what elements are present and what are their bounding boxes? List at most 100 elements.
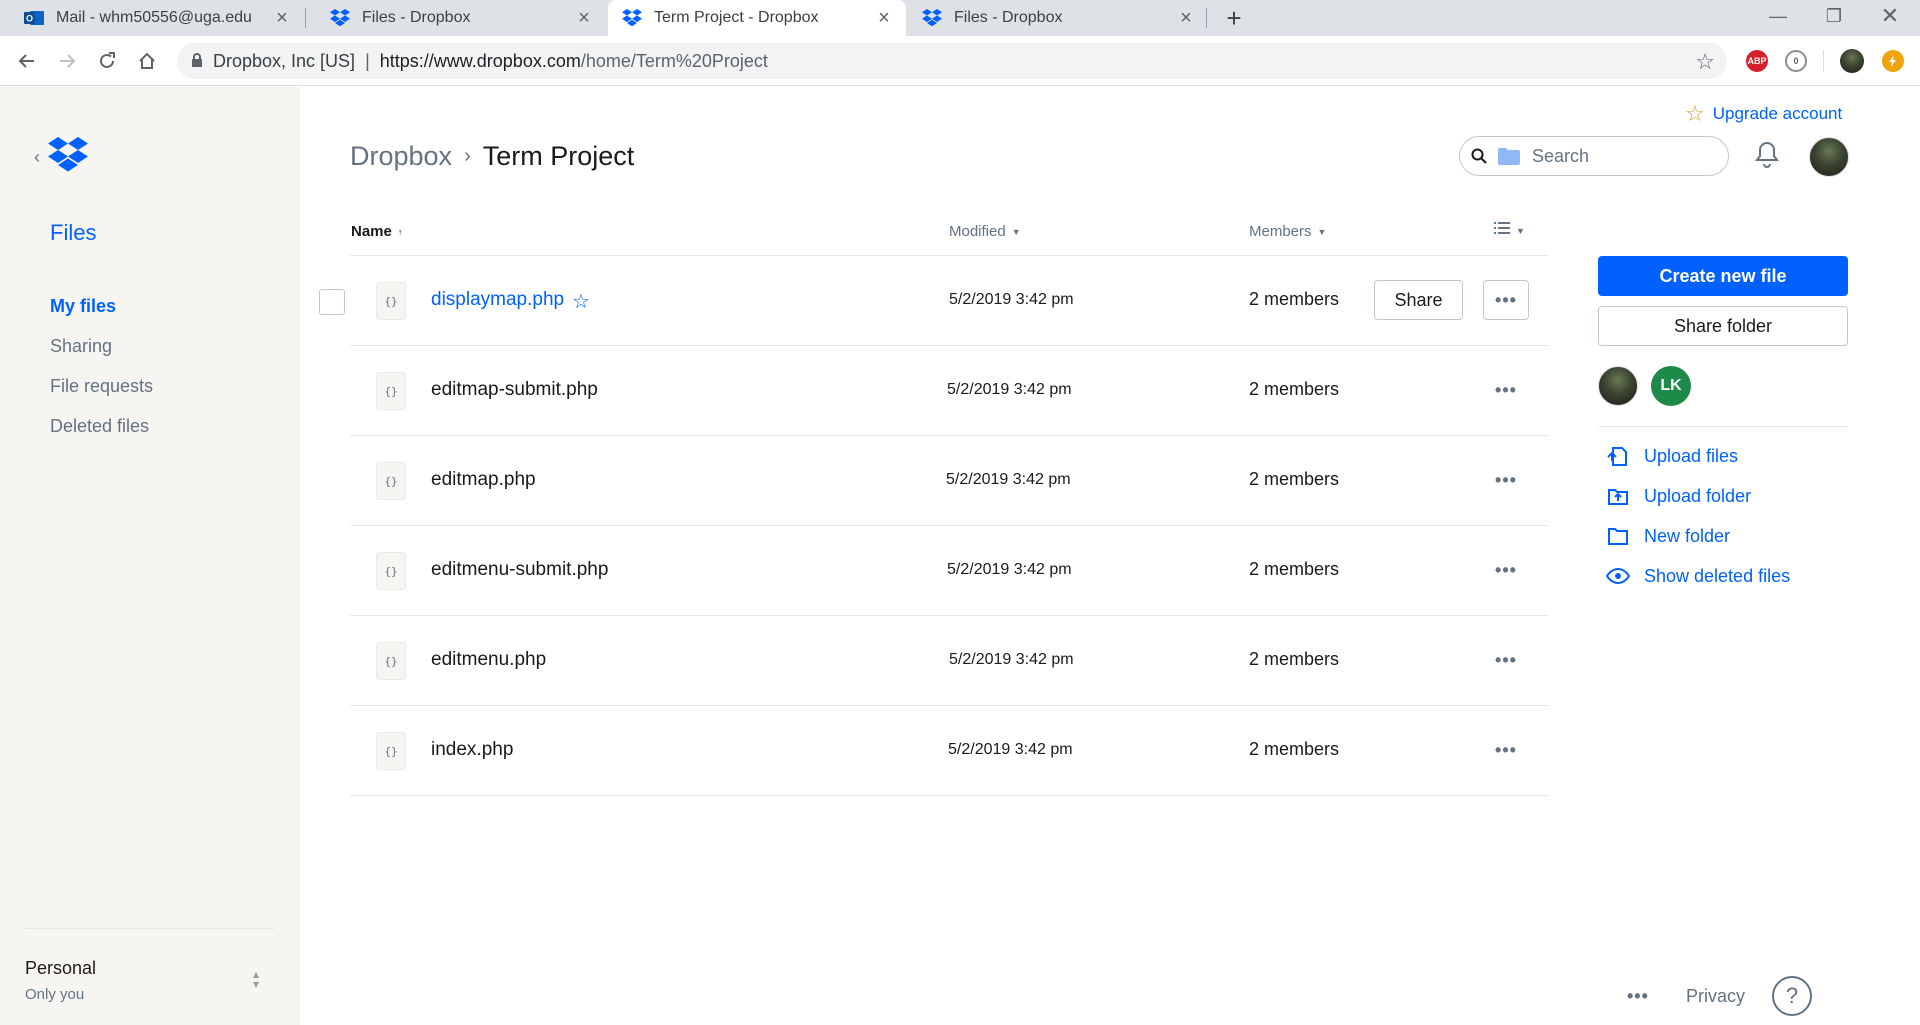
code-file-icon: {}	[376, 462, 406, 500]
breadcrumb-root[interactable]: Dropbox	[350, 141, 452, 172]
reload-icon[interactable]	[91, 45, 123, 77]
search-icon	[1470, 147, 1488, 165]
restore-icon[interactable]: ❐	[1806, 0, 1862, 32]
more-options-icon[interactable]: •••	[1483, 550, 1529, 590]
sidebar-item-file-requests[interactable]: File requests	[50, 376, 153, 397]
footer-more-icon[interactable]: •••	[1627, 986, 1649, 1007]
bookmark-star-icon[interactable]: ☆	[1695, 49, 1715, 75]
sidebar-divider	[25, 928, 275, 929]
upload-folder-action[interactable]: Upload folder	[1606, 485, 1751, 507]
window-close-icon[interactable]: ✕	[1862, 0, 1918, 32]
adblock-icon[interactable]: ABP	[1746, 50, 1768, 72]
privacy-link[interactable]: Privacy	[1686, 986, 1745, 1007]
search-input[interactable]: Search	[1532, 146, 1589, 167]
notifications-bell-icon[interactable]	[1755, 141, 1779, 174]
outlook-icon: O	[24, 8, 44, 28]
upload-files-label: Upload files	[1644, 445, 1739, 466]
star-icon[interactable]: ☆	[572, 289, 590, 314]
more-options-icon[interactable]: •••	[1483, 370, 1529, 410]
adblock-label: ABP	[1747, 56, 1767, 66]
show-deleted-files-action[interactable]: Show deleted files	[1606, 565, 1790, 587]
file-modified: 5/2/2019 3:42 pm	[948, 741, 1073, 758]
file-modified: 5/2/2019 3:42 pm	[949, 651, 1074, 668]
search-box[interactable]: Search	[1459, 136, 1729, 176]
breadcrumb: Dropbox › Term Project	[350, 141, 634, 172]
create-new-file-button[interactable]: Create new file	[1598, 256, 1848, 296]
upload-files-action[interactable]: Upload files	[1606, 445, 1738, 467]
user-avatar[interactable]	[1809, 137, 1849, 177]
show-deleted-files-label: Show deleted files	[1644, 565, 1791, 586]
table-row[interactable]: {} displaymap.php ☆ 5/2/2019 3:42 pm 2 m…	[319, 256, 1548, 346]
upgrade-account-link[interactable]: ☆ Upgrade account	[1685, 101, 1842, 127]
file-name[interactable]: displaymap.php	[431, 289, 564, 311]
dropbox-icon	[622, 8, 642, 28]
collapse-sidebar-icon[interactable]: ‹	[34, 147, 40, 168]
account-switcher-icon[interactable]: ▴ ▾	[253, 968, 259, 990]
table-row[interactable]: {} editmap-submit.php 5/2/2019 3:42 pm 2…	[350, 346, 1548, 436]
file-name[interactable]: editmenu-submit.php	[431, 559, 608, 581]
share-button[interactable]: Share	[1374, 280, 1463, 320]
help-icon[interactable]: ?	[1772, 976, 1812, 1016]
new-tab-button[interactable]: +	[1220, 3, 1248, 33]
table-row[interactable]: {} editmenu-submit.php 5/2/2019 3:42 pm …	[350, 526, 1548, 616]
more-options-icon[interactable]: •••	[1483, 730, 1529, 770]
forward-icon[interactable]	[51, 45, 83, 77]
table-row[interactable]: {} index.php 5/2/2019 3:42 pm 2 members …	[350, 706, 1548, 796]
address-bar[interactable]: Dropbox, Inc [US] | https://www.dropbox.…	[177, 43, 1727, 79]
file-name[interactable]: index.php	[431, 739, 513, 761]
caret-down-icon: ▼	[1011, 226, 1021, 237]
file-modified: 5/2/2019 3:42 pm	[947, 381, 1072, 398]
sidebar-item-deleted-files[interactable]: Deleted files	[50, 416, 149, 437]
folder-scope-icon	[1498, 147, 1520, 165]
column-name-label: Name	[351, 223, 392, 240]
upload-folder-label: Upload folder	[1644, 485, 1752, 506]
share-folder-button[interactable]: Share folder	[1598, 306, 1848, 346]
sidebar-files-heading[interactable]: Files	[50, 220, 96, 246]
file-members: 2 members	[1249, 739, 1340, 759]
column-header-members[interactable]: Members ▼	[1249, 223, 1326, 240]
code-file-icon: {}	[376, 372, 406, 410]
account-name[interactable]: Personal	[25, 958, 96, 979]
profile-avatar[interactable]	[1840, 49, 1864, 73]
row-checkbox[interactable]	[319, 289, 345, 315]
close-icon[interactable]: ×	[270, 6, 294, 30]
dropbox-icon	[330, 8, 350, 28]
new-folder-action[interactable]: New folder	[1606, 525, 1730, 547]
file-name[interactable]: editmap.php	[431, 469, 536, 491]
view-toggle[interactable]: ▼	[1494, 221, 1525, 240]
code-file-icon: {}	[376, 732, 406, 770]
file-name[interactable]: editmap-submit.php	[431, 379, 598, 401]
table-row[interactable]: {} editmap.php 5/2/2019 3:42 pm 2 member…	[350, 436, 1548, 526]
extension-counter-icon[interactable]: 0	[1785, 50, 1807, 72]
sidebar-item-my-files[interactable]: My files	[50, 296, 116, 317]
star-outline-icon: ☆	[1685, 101, 1705, 126]
file-name[interactable]: editmenu.php	[431, 649, 546, 671]
more-options-icon[interactable]: •••	[1483, 460, 1529, 500]
table-row[interactable]: {} editmenu.php 5/2/2019 3:42 pm 2 membe…	[350, 616, 1548, 706]
upload-file-icon	[1607, 447, 1627, 466]
more-options-icon[interactable]: •••	[1483, 280, 1529, 320]
column-modified-label: Modified	[949, 223, 1006, 240]
site-identity: Dropbox, Inc [US]	[213, 50, 356, 71]
code-file-icon: {}	[376, 552, 406, 590]
close-icon[interactable]: ×	[1174, 6, 1198, 30]
url-path: /home/Term%20Project	[580, 50, 768, 71]
browser-tab-mail[interactable]: O Mail - whm50556@uga.edu ×	[0, 0, 304, 36]
upgrade-label: Upgrade account	[1712, 104, 1843, 123]
column-header-name[interactable]: Name ↑	[351, 223, 402, 240]
browser-tab-files-2[interactable]: Files - Dropbox ×	[908, 0, 1208, 36]
browser-tab-term-project[interactable]: Term Project - Dropbox ×	[608, 0, 906, 36]
minimize-icon[interactable]: —	[1750, 0, 1806, 32]
extension-orange-icon[interactable]	[1882, 50, 1904, 72]
dropbox-logo[interactable]	[48, 137, 88, 178]
column-header-modified[interactable]: Modified ▼	[949, 223, 1021, 240]
more-options-icon[interactable]: •••	[1483, 640, 1529, 680]
home-icon[interactable]	[131, 45, 163, 77]
member-avatar-photo[interactable]	[1598, 366, 1638, 406]
browser-tab-files-1[interactable]: Files - Dropbox ×	[306, 0, 606, 36]
sidebar-item-sharing[interactable]: Sharing	[50, 336, 112, 357]
close-icon[interactable]: ×	[872, 6, 896, 30]
member-avatar-initials[interactable]: LK	[1651, 366, 1691, 406]
close-icon[interactable]: ×	[572, 6, 596, 30]
back-icon[interactable]	[11, 45, 43, 77]
